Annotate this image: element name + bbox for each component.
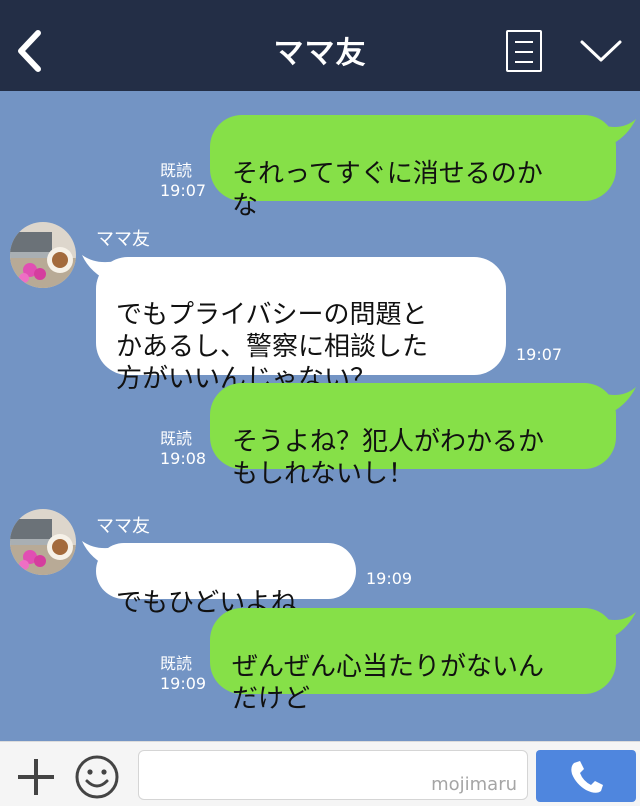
read-status: 既読 (160, 654, 193, 673)
menu-button[interactable] (506, 30, 542, 72)
message-input[interactable]: mojimaru (138, 750, 528, 800)
smiley-icon (75, 755, 119, 799)
message-meta: 既読 19:07 (160, 161, 206, 201)
chat-header: ママ友 (0, 0, 640, 91)
dropdown-button[interactable] (578, 36, 624, 66)
received-message-bubble[interactable]: でもプライバシーの問題と かあるし、警察に相談した 方がいいんじゃない？ (96, 257, 506, 394)
sent-message-bubble[interactable]: そうよね？犯人がわかるか もしれないし！ (210, 383, 616, 489)
message-text: そうよね？犯人がわかるか もしれないし！ (232, 427, 545, 489)
emoji-button[interactable] (74, 754, 120, 800)
plus-icon (18, 759, 54, 795)
add-attachment-button[interactable] (14, 757, 58, 797)
read-status: 既読 (160, 429, 193, 448)
sender-name: ママ友 (96, 229, 150, 250)
chat-title: ママ友 (273, 36, 367, 71)
avatar[interactable] (10, 222, 76, 288)
message-time: 19:09 (160, 674, 207, 693)
message-text: でもプライバシーの問題と かあるし、警察に相談した 方がいいんじゃない？ (116, 300, 429, 394)
bubble-tail (602, 387, 636, 415)
bubble-tail (602, 612, 636, 640)
sent-message-bubble[interactable]: それってすぐに消せるのか な (210, 115, 616, 221)
list-menu-icon (515, 41, 533, 43)
message-time: 19:07 (516, 345, 563, 364)
message-time: 19:08 (160, 449, 207, 468)
chevron-down-icon (580, 40, 622, 62)
phone-icon (571, 761, 603, 793)
message-meta: 既読 19:08 (160, 429, 206, 469)
avatar-image (10, 222, 76, 288)
watermark: mojimaru (431, 774, 517, 795)
message-time: 19:09 (366, 569, 413, 588)
message-text: それってすぐに消せるのか な (232, 159, 543, 221)
read-status: 既読 (160, 161, 193, 180)
message-composer: mojimaru (0, 741, 640, 806)
avatar[interactable] (10, 509, 76, 575)
chat-area[interactable]: 既読 19:07 それってすぐに消せるのか な ママ友 でもプライバシーの問題と… (0, 91, 640, 741)
received-message-bubble[interactable]: でもひどいよね (96, 543, 356, 618)
call-button[interactable] (536, 750, 636, 802)
message-meta: 既読 19:09 (160, 654, 206, 694)
list-menu-line (515, 61, 533, 63)
avatar-image (10, 509, 76, 575)
sent-message-bubble[interactable]: ぜんぜん心当たりがないん だけど (210, 608, 616, 714)
message-text: ぜんぜん心当たりがないん だけど (232, 652, 545, 714)
message-time: 19:07 (160, 181, 207, 200)
list-menu-line (515, 51, 533, 53)
sender-name: ママ友 (96, 516, 150, 537)
bubble-tail (602, 119, 636, 147)
